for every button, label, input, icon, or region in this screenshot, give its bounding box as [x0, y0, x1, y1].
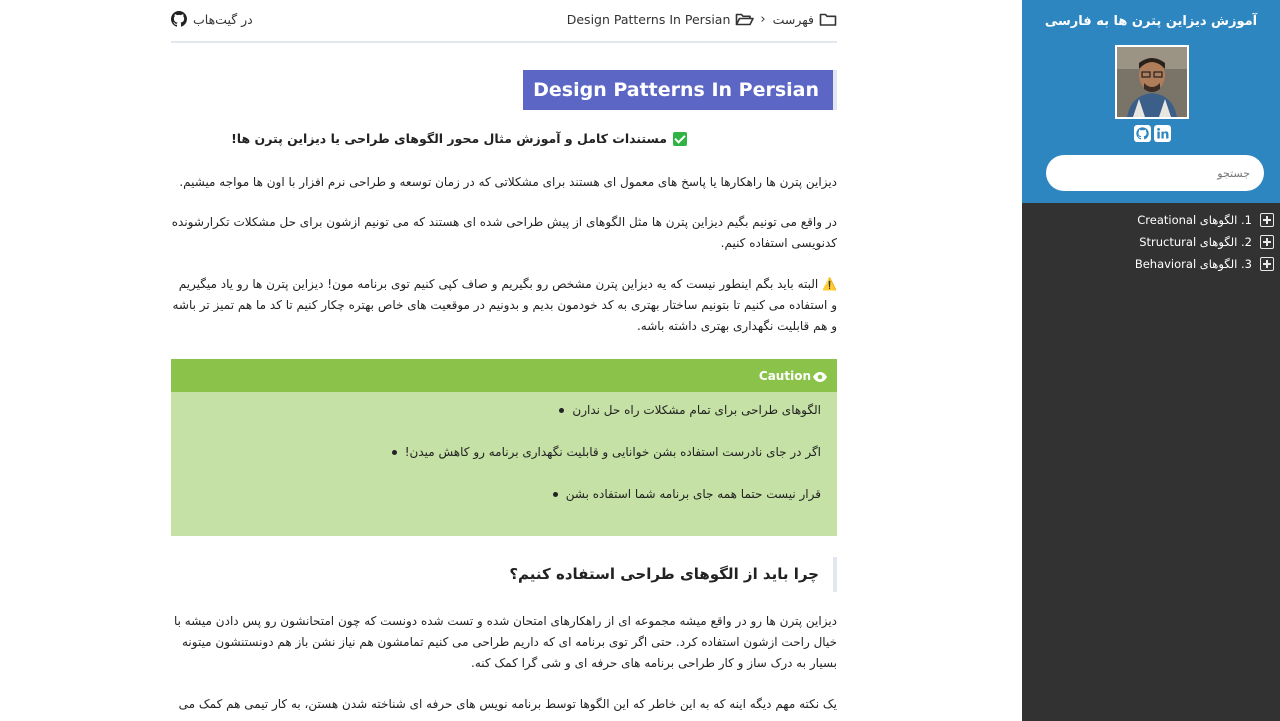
main-content: فهرست › Design Patterns In Persian در گی… — [171, 0, 837, 721]
bullet-icon — [391, 449, 397, 455]
toc-item-creational[interactable]: 1. الگوهای Creational — [1022, 210, 1280, 230]
expand-icon[interactable] — [1260, 213, 1274, 227]
search-input[interactable] — [1046, 155, 1264, 191]
toc-item-behavioral[interactable]: 3. الگوهای Behavioral — [1022, 254, 1280, 274]
caution-title: Caution — [758, 368, 811, 383]
github-link[interactable]: در گیت‌هاب — [171, 11, 253, 27]
paragraph-definition: در واقع می تونیم بگیم دیزاین پترن ها مثل… — [171, 215, 837, 250]
list-item-text: اگر در جای نادرست استفاده بشن خوانایی و … — [404, 445, 821, 459]
check-icon — [673, 131, 687, 146]
github-icon — [171, 11, 187, 27]
breadcrumb: فهرست › Design Patterns In Persian — [567, 11, 837, 27]
lead-text: مستندات کامل و آموزش مثال محور الگوهای ط… — [231, 131, 687, 146]
eye-icon — [813, 371, 827, 382]
list-item: اگر در جای نادرست استفاده بشن خوانایی و … — [391, 445, 821, 459]
list-item-text: الگوهای طراحی برای تمام مشکلات راه حل ند… — [572, 403, 821, 417]
paragraph-warning: ⚠️ البته باید بگم اینطور نیست که یه دیزا… — [172, 277, 837, 333]
page-title: Design Patterns In Persian — [523, 70, 837, 110]
toc-label: 1. الگوهای Creational — [1137, 213, 1252, 227]
paragraph-teamwork: یک نکته مهم دیگه اینه که به این خاطر که … — [178, 697, 837, 711]
toc-label: 3. الگوهای Behavioral — [1134, 257, 1252, 271]
expand-icon[interactable] — [1260, 235, 1274, 249]
expand-icon[interactable] — [1260, 257, 1274, 271]
top-bar: فهرست › Design Patterns In Persian در گی… — [171, 0, 837, 43]
chevron-icon: › — [760, 11, 766, 27]
list-item: قرار نیست حتما همه جای برنامه شما استفاد… — [552, 487, 821, 501]
sidebar-header: آموزش دیزاین پترن ها به فارسی — [1022, 0, 1280, 203]
list-item: الگوهای طراحی برای تمام مشکلات راه حل ند… — [559, 403, 821, 417]
toc-label: 2. الگوهای Structural — [1139, 235, 1252, 249]
folder-icon — [819, 11, 837, 27]
sidebar: آموزش دیزاین پترن ها به فارسی جستجو 1. ا… — [1022, 0, 1280, 721]
paragraph-why: دیزاین پترن ها رو در واقع میشه مجموعه ای… — [173, 614, 837, 670]
sidebar-title[interactable]: آموزش دیزاین پترن ها به فارسی — [1022, 14, 1280, 29]
breadcrumb-current[interactable]: Design Patterns In Persian — [567, 12, 731, 27]
list-item-text: قرار نیست حتما همه جای برنامه شما استفاد… — [565, 487, 821, 501]
github-label: در گیت‌هاب — [193, 11, 253, 27]
open-folder-icon — [735, 11, 755, 27]
avatar — [1115, 45, 1189, 119]
bullet-icon — [559, 407, 565, 413]
caution-header: Caution — [171, 359, 837, 392]
github-icon[interactable] — [1133, 125, 1151, 142]
section-heading: چرا باید از الگوهای طراحی استفاده کنیم؟ — [501, 557, 837, 592]
social-links — [1132, 125, 1172, 145]
paragraph-intro: دیزاین پترن ها راهکارها یا پاسخ های معمو… — [179, 175, 837, 189]
linkedin-icon[interactable] — [1153, 125, 1171, 142]
caution-box: Caution الگوهای طراحی برای تمام مشکلات ر… — [171, 359, 837, 536]
lead-label: مستندات کامل و آموزش مثال محور الگوهای ط… — [231, 131, 667, 146]
bullet-icon — [552, 491, 558, 497]
toc-item-structural[interactable]: 2. الگوهای Structural — [1022, 232, 1280, 252]
breadcrumb-root[interactable]: فهرست — [773, 12, 814, 27]
